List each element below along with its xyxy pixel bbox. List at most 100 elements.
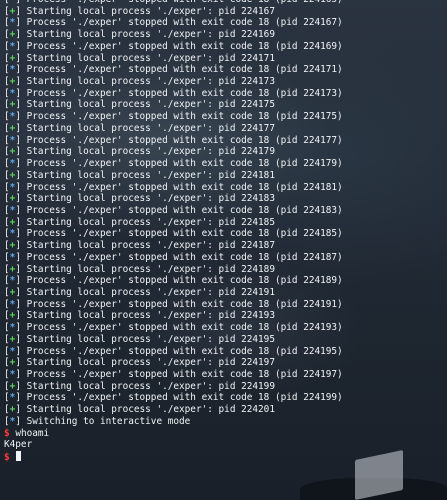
- status-star-marker: [*]: [4, 134, 21, 146]
- status-star-marker: [*]: [4, 158, 21, 170]
- terminal-line: [+] Starting local process './exper': pi…: [4, 99, 447, 111]
- line-text: Process './exper' stopped with exit code…: [26, 345, 343, 357]
- command-output: K4per: [4, 439, 33, 451]
- status-star-marker: [*]: [4, 392, 21, 404]
- line-text: Starting local process './exper': pid 22…: [26, 76, 275, 88]
- terminal-line: [+] Starting local process './exper': pi…: [4, 240, 447, 252]
- terminal-line[interactable]: $: [4, 451, 447, 463]
- terminal-line: [*] Process './exper' stopped with exit …: [4, 111, 447, 123]
- terminal-line: [+] Starting local process './exper': pi…: [4, 381, 447, 393]
- status-plus-marker: [+]: [4, 263, 21, 275]
- terminal-line: [*] Process './exper' stopped with exit …: [4, 205, 447, 217]
- status-plus-marker: [+]: [4, 169, 21, 181]
- status-star-marker: [*]: [4, 345, 21, 357]
- line-text: Process './exper' stopped with exit code…: [26, 228, 343, 240]
- status-plus-marker: [+]: [4, 357, 21, 369]
- line-text: Starting local process './exper': pid 22…: [26, 263, 275, 275]
- status-star-marker: [*]: [4, 228, 21, 240]
- line-text: Starting local process './exper': pid 22…: [26, 122, 275, 134]
- status-plus-marker: [+]: [4, 122, 21, 134]
- terminal-line: [*] Process './exper' stopped with exit …: [4, 369, 447, 381]
- status-plus-marker: [+]: [4, 193, 21, 205]
- line-text: Process './exper' stopped with exit code…: [26, 181, 343, 193]
- terminal-line: [+] Starting local process './exper': pi…: [4, 146, 447, 158]
- terminal-line: [*] Process './exper' stopped with exit …: [4, 228, 447, 240]
- terminal-line: [+] Starting local process './exper': pi…: [4, 357, 447, 369]
- terminal-line: [+] Starting local process './exper': pi…: [4, 193, 447, 205]
- terminal-line: K4per: [4, 439, 447, 451]
- line-text: Starting local process './exper': pid 22…: [26, 29, 275, 41]
- text-cursor: [15, 451, 21, 462]
- terminal-line: [+] Starting local process './exper': pi…: [4, 287, 447, 299]
- line-text: Starting local process './exper': pid 22…: [26, 193, 275, 205]
- shell-prompt: $: [4, 452, 10, 463]
- line-text: Starting local process './exper': pid 22…: [26, 333, 275, 345]
- status-star-marker: [*]: [4, 369, 21, 380]
- line-text: Process './exper' stopped with exit code…: [26, 298, 343, 310]
- status-star-marker: [*]: [4, 0, 21, 5]
- status-star-marker: [*]: [4, 204, 21, 216]
- terminal-line: [+] Starting local process './exper': pi…: [4, 6, 447, 18]
- terminal-line: [+] Starting local process './exper': pi…: [4, 217, 447, 229]
- line-text: Process './exper' stopped with exit code…: [26, 111, 343, 123]
- status-plus-marker: [+]: [4, 146, 21, 158]
- line-text: Switching to interactive mode: [26, 415, 191, 427]
- line-text: Process './exper' stopped with exit code…: [26, 369, 343, 380]
- line-text: Starting local process './exper': pid 22…: [26, 240, 275, 252]
- terminal-line: [*] Process './exper' stopped with exit …: [4, 182, 447, 194]
- line-text: Starting local process './exper': pid 22…: [26, 404, 275, 416]
- status-star-marker: [*]: [4, 181, 21, 193]
- terminal-line: [*] Process './exper' stopped with exit …: [4, 88, 447, 100]
- terminal-line: [*] Process './exper' stopped with exit …: [4, 299, 447, 311]
- terminal-line: [+] Starting local process './exper': pi…: [4, 170, 447, 182]
- line-text: Process './exper' stopped with exit code…: [26, 251, 343, 263]
- line-text: Process './exper' stopped with exit code…: [26, 17, 343, 29]
- line-text: Process './exper' stopped with exit code…: [26, 87, 343, 99]
- shell-prompt: $: [4, 427, 10, 439]
- terminal-line: [+] Starting local process './exper': pi…: [4, 404, 447, 416]
- status-plus-marker: [+]: [4, 333, 21, 345]
- terminal-line: [*] Process './exper' stopped with exit …: [4, 252, 447, 264]
- status-star-marker: [*]: [4, 111, 21, 123]
- background-wallpaper: [300, 478, 447, 500]
- line-text: Starting local process './exper': pid 22…: [26, 310, 275, 322]
- line-text: Starting local process './exper': pid 22…: [26, 286, 275, 298]
- status-plus-marker: [+]: [4, 76, 21, 88]
- line-text: Process './exper' stopped with exit code…: [26, 134, 343, 146]
- line-text: Starting local process './exper': pid 22…: [26, 52, 275, 64]
- terminal-line: [*] Process './exper' stopped with exit …: [4, 135, 447, 147]
- terminal-line: [*] Process './exper' stopped with exit …: [4, 275, 447, 287]
- line-text: Process './exper' stopped with exit code…: [26, 40, 343, 52]
- terminal-line: $ whoami: [4, 428, 447, 440]
- terminal-line: [+] Starting local process './exper': pi…: [4, 310, 447, 322]
- status-star-marker: [*]: [4, 87, 21, 99]
- terminal-line: [+] Starting local process './exper': pi…: [4, 29, 447, 41]
- line-text: Starting local process './exper': pid 22…: [26, 5, 275, 17]
- line-text: Process './exper' stopped with exit code…: [26, 275, 343, 287]
- status-star-marker: [*]: [4, 275, 21, 287]
- line-text: Starting local process './exper': pid 22…: [26, 380, 275, 392]
- status-star-marker: [*]: [4, 322, 21, 334]
- line-text: Process './exper' stopped with exit code…: [26, 64, 343, 76]
- line-text: Process './exper' stopped with exit code…: [26, 392, 343, 404]
- status-plus-marker: [+]: [4, 404, 21, 416]
- terminal-line: [*] Process './exper' stopped with exit …: [4, 322, 447, 334]
- status-star-marker: [*]: [4, 251, 21, 263]
- status-plus-marker: [+]: [4, 99, 21, 111]
- terminal-line: [+] Starting local process './exper': pi…: [4, 53, 447, 65]
- terminal-line: [*] Process './exper' stopped with exit …: [4, 17, 447, 29]
- line-text: Starting local process './exper': pid 22…: [26, 99, 275, 111]
- status-star-marker: [*]: [4, 64, 21, 76]
- status-plus-marker: [+]: [4, 216, 21, 228]
- terminal-line: [+] Starting local process './exper': pi…: [4, 334, 447, 346]
- terminal-line: [*] Process './exper' stopped with exit …: [4, 158, 447, 170]
- line-text: Starting local process './exper': pid 22…: [26, 357, 275, 369]
- command-text: whoami: [15, 427, 50, 439]
- terminal-window[interactable]: [*] Process './exper' stopped with exit …: [0, 0, 447, 500]
- status-plus-marker: [+]: [4, 240, 21, 252]
- line-text: Process './exper' stopped with exit code…: [26, 322, 343, 334]
- status-star-marker: [*]: [4, 415, 21, 427]
- status-star-marker: [*]: [4, 40, 21, 52]
- line-text: Starting local process './exper': pid 22…: [26, 216, 275, 228]
- line-text: Process './exper' stopped with exit code…: [26, 158, 343, 170]
